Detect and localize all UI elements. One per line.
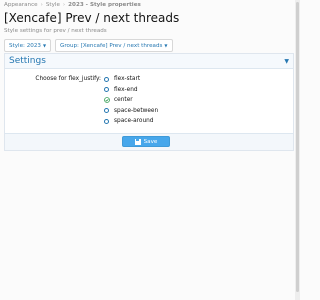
group-filter-label: Group: [Xencafe] Prev / next threads bbox=[60, 42, 163, 49]
page-description: Style settings for prev / next threads bbox=[4, 28, 107, 34]
settings-panel-header[interactable]: Settings ▼ bbox=[5, 54, 293, 69]
option-space-around[interactable]: space-around bbox=[104, 116, 158, 127]
collapse-toggle-icon[interactable]: ▼ bbox=[284, 58, 289, 65]
radio-icon[interactable] bbox=[104, 87, 109, 93]
breadcrumb-item-appearance[interactable]: Appearance bbox=[4, 2, 38, 8]
scrollbar-thumb[interactable] bbox=[296, 2, 299, 292]
group-filter-button[interactable]: Group: [Xencafe] Prev / next threads ▼ bbox=[55, 39, 173, 52]
save-button-label: Save bbox=[143, 138, 158, 145]
breadcrumb-item-style-properties[interactable]: 2023 - Style properties bbox=[68, 2, 141, 8]
style-filter-label: Style: 2023 bbox=[9, 42, 41, 49]
radio-icon[interactable] bbox=[104, 76, 109, 82]
flex-justify-label: Choose for flex_justify: bbox=[35, 76, 101, 82]
flex-justify-options: flex-start flex-end center space-between… bbox=[104, 74, 158, 127]
option-label: flex-end bbox=[114, 86, 138, 93]
settings-panel-title: Settings bbox=[9, 56, 46, 66]
settings-panel: Settings ▼ Choose for flex_justify: flex… bbox=[4, 53, 294, 151]
chevron-down-icon: ▼ bbox=[164, 43, 168, 48]
save-icon bbox=[134, 138, 141, 145]
option-center[interactable]: center bbox=[104, 95, 158, 106]
radio-icon[interactable] bbox=[104, 108, 109, 114]
chevron-down-icon: ▼ bbox=[42, 43, 47, 48]
page-scrollbar[interactable] bbox=[295, 0, 300, 300]
option-label: space-between bbox=[114, 107, 159, 114]
option-label: flex-start bbox=[114, 76, 141, 83]
breadcrumb: Appearance › Style › 2023 - Style properties bbox=[4, 2, 141, 8]
option-flex-end[interactable]: flex-end bbox=[104, 85, 158, 96]
style-filter-button[interactable]: Style: 2023 ▼ bbox=[4, 39, 52, 52]
option-flex-start[interactable]: flex-start bbox=[104, 74, 158, 85]
check-circle-icon[interactable] bbox=[104, 97, 110, 104]
option-space-between[interactable]: space-between bbox=[104, 106, 158, 117]
save-button[interactable]: Save bbox=[122, 136, 170, 147]
option-label: space-around bbox=[114, 118, 154, 125]
page-title: [Xencafe] Prev / next threads bbox=[4, 11, 180, 25]
breadcrumb-separator: › bbox=[62, 2, 66, 8]
breadcrumb-item-style[interactable]: Style bbox=[46, 2, 60, 8]
radio-icon[interactable] bbox=[104, 118, 109, 124]
breadcrumb-separator: › bbox=[40, 2, 43, 8]
option-label: center bbox=[114, 97, 133, 104]
form-submit-row: Save bbox=[5, 133, 293, 150]
filter-bar: Style: 2023 ▼ Group: [Xencafe] Prev / ne… bbox=[4, 39, 173, 52]
